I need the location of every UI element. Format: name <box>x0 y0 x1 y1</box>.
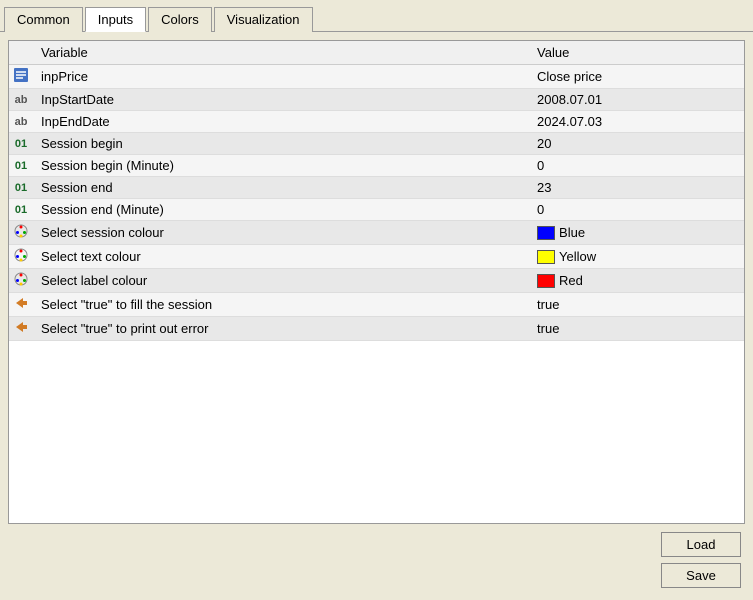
numeric-icon: 01 <box>13 158 29 174</box>
table-row[interactable]: 01Session begin (Minute)0 <box>9 155 744 177</box>
row-value[interactable]: 20 <box>529 133 744 155</box>
color-palette-icon <box>13 271 29 287</box>
color-palette-icon <box>13 247 29 263</box>
tab-visualization[interactable]: Visualization <box>214 7 313 32</box>
table-row[interactable]: 01Session begin20 <box>9 133 744 155</box>
row-value[interactable]: Blue <box>529 221 744 245</box>
row-icon <box>9 245 33 269</box>
row-variable: Select "true" to fill the session <box>33 293 529 317</box>
tab-inputs[interactable]: Inputs <box>85 7 146 32</box>
row-value[interactable]: 0 <box>529 155 744 177</box>
table-row[interactable]: Select label colour Red <box>9 269 744 293</box>
table-row[interactable]: inpPriceClose price <box>9 65 744 89</box>
row-value[interactable]: true <box>529 293 744 317</box>
row-icon: 01 <box>9 155 33 177</box>
numeric-icon: 01 <box>13 180 29 196</box>
row-icon: ab <box>9 89 33 111</box>
load-button[interactable]: Load <box>661 532 741 557</box>
price-icon <box>13 67 29 83</box>
row-icon: 01 <box>9 133 33 155</box>
row-icon <box>9 293 33 317</box>
button-area: Load Save <box>8 524 745 592</box>
row-variable: Select session colour <box>33 221 529 245</box>
row-icon <box>9 65 33 89</box>
col-value: Value <box>529 41 744 65</box>
row-variable: Session end <box>33 177 529 199</box>
col-icon <box>9 41 33 65</box>
row-icon <box>9 221 33 245</box>
table-row[interactable]: 01Session end23 <box>9 177 744 199</box>
row-value[interactable]: Yellow <box>529 245 744 269</box>
arrow-icon <box>13 295 29 311</box>
row-variable: Session begin (Minute) <box>33 155 529 177</box>
ab-icon: ab <box>13 114 29 130</box>
table-header-row: Variable Value <box>9 41 744 65</box>
row-value[interactable]: 2024.07.03 <box>529 111 744 133</box>
row-variable: Select text colour <box>33 245 529 269</box>
save-button[interactable]: Save <box>661 563 741 588</box>
table-row[interactable]: Select "true" to print out errortrue <box>9 317 744 341</box>
row-variable: Select label colour <box>33 269 529 293</box>
row-value[interactable]: Red <box>529 269 744 293</box>
color-palette-icon <box>13 223 29 239</box>
numeric-icon: 01 <box>13 202 29 218</box>
table-row[interactable]: Select text colour Yellow <box>9 245 744 269</box>
numeric-icon: 01 <box>13 136 29 152</box>
content-area: Variable Value inpPriceClose priceabInpS… <box>0 32 753 600</box>
table-row[interactable]: Select "true" to fill the sessiontrue <box>9 293 744 317</box>
row-value[interactable]: 23 <box>529 177 744 199</box>
row-variable: InpStartDate <box>33 89 529 111</box>
row-variable: Session begin <box>33 133 529 155</box>
color-swatch <box>537 250 555 264</box>
row-icon: 01 <box>9 177 33 199</box>
ab-icon: ab <box>13 92 29 108</box>
color-label: Blue <box>559 225 585 240</box>
row-value[interactable]: 2008.07.01 <box>529 89 744 111</box>
col-variable: Variable <box>33 41 529 65</box>
inputs-table-container: Variable Value inpPriceClose priceabInpS… <box>8 40 745 524</box>
table-row[interactable]: Select session colour Blue <box>9 221 744 245</box>
color-label: Red <box>559 273 583 288</box>
inputs-table: Variable Value inpPriceClose priceabInpS… <box>9 41 744 341</box>
main-window: Common Inputs Colors Visualization Varia… <box>0 0 753 600</box>
row-variable: inpPrice <box>33 65 529 89</box>
row-value[interactable]: true <box>529 317 744 341</box>
tab-common[interactable]: Common <box>4 7 83 32</box>
arrow-icon <box>13 319 29 335</box>
color-swatch <box>537 274 555 288</box>
row-value[interactable]: 0 <box>529 199 744 221</box>
color-swatch <box>537 226 555 240</box>
tab-bar: Common Inputs Colors Visualization <box>0 0 753 32</box>
row-icon <box>9 269 33 293</box>
row-variable: Session end (Minute) <box>33 199 529 221</box>
tab-colors[interactable]: Colors <box>148 7 212 32</box>
row-variable: InpEndDate <box>33 111 529 133</box>
row-icon: 01 <box>9 199 33 221</box>
row-icon: ab <box>9 111 33 133</box>
row-value[interactable]: Close price <box>529 65 744 89</box>
color-label: Yellow <box>559 249 596 264</box>
row-variable: Select "true" to print out error <box>33 317 529 341</box>
table-row[interactable]: abInpStartDate2008.07.01 <box>9 89 744 111</box>
table-row[interactable]: abInpEndDate2024.07.03 <box>9 111 744 133</box>
row-icon <box>9 317 33 341</box>
table-row[interactable]: 01Session end (Minute)0 <box>9 199 744 221</box>
